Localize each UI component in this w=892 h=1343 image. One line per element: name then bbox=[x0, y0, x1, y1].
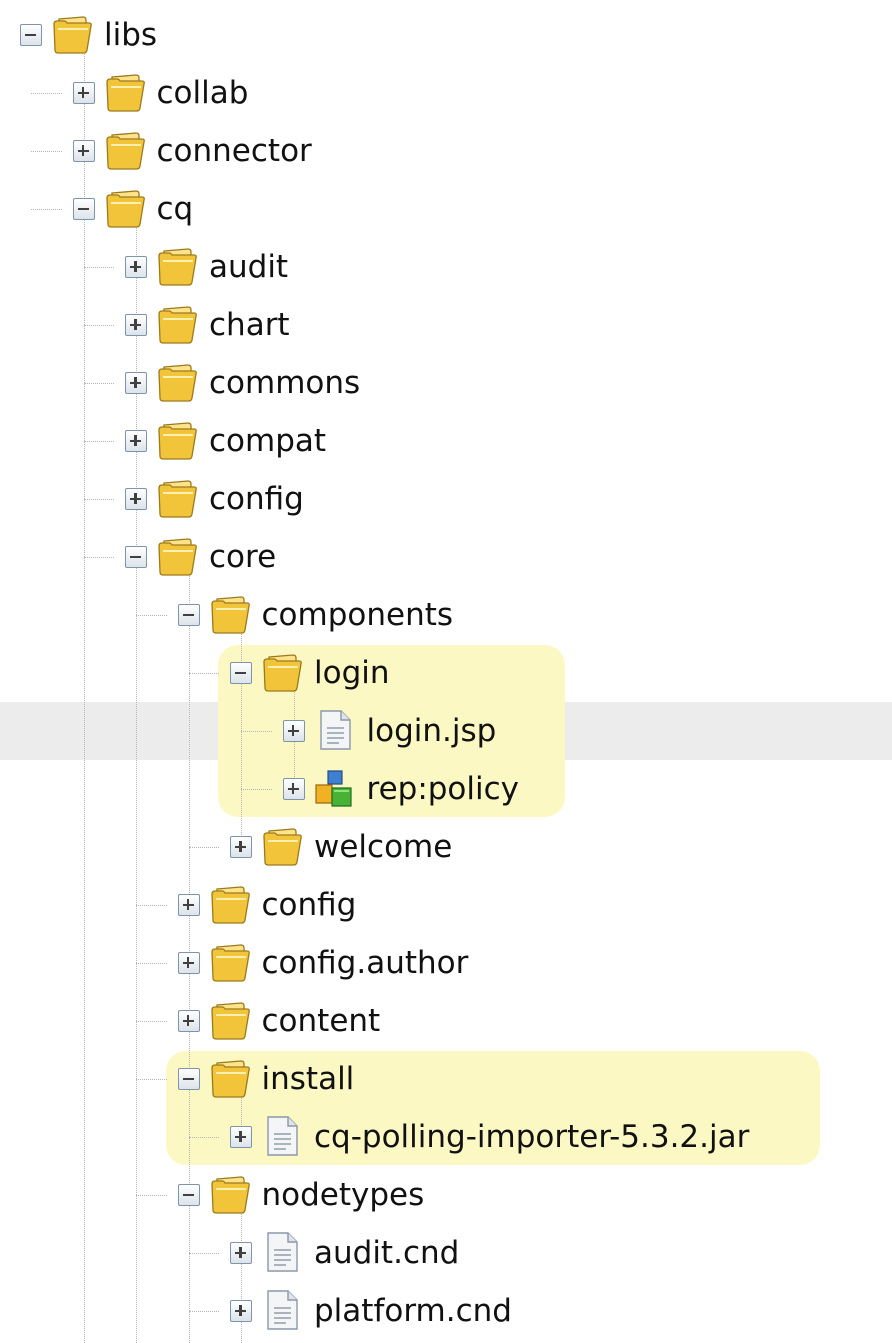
folder-icon bbox=[208, 882, 252, 926]
expand-toggle-icon[interactable] bbox=[125, 430, 147, 452]
tree-node-install[interactable]: install bbox=[0, 1050, 892, 1108]
tree-node-label: components bbox=[261, 597, 454, 633]
tree-node-chart[interactable]: chart bbox=[0, 296, 892, 354]
folder-icon bbox=[208, 1056, 252, 1100]
folder-icon bbox=[103, 186, 147, 230]
expand-toggle-icon[interactable] bbox=[282, 720, 305, 742]
tree-node-config[interactable]: config bbox=[0, 876, 892, 934]
expand-toggle-icon[interactable] bbox=[177, 894, 200, 916]
expand-toggle-icon[interactable] bbox=[230, 1242, 252, 1264]
expand-toggle-icon[interactable] bbox=[282, 778, 305, 800]
tree-node-login[interactable]: login bbox=[0, 644, 892, 702]
tree-node-audit-cnd[interactable]: audit.cnd bbox=[0, 1224, 892, 1282]
tree-node-label: core bbox=[209, 539, 277, 575]
file-icon bbox=[260, 1114, 304, 1158]
tree-node-connector[interactable]: connector bbox=[0, 122, 892, 180]
collapse-toggle-icon[interactable] bbox=[20, 24, 42, 46]
tree-node-libs[interactable]: libs bbox=[0, 6, 892, 64]
tree-node-core[interactable]: core bbox=[0, 528, 892, 586]
expand-toggle-icon[interactable] bbox=[230, 1300, 252, 1322]
tree-node-label: welcome bbox=[314, 829, 453, 865]
tree-node-label: rep:policy bbox=[366, 771, 520, 807]
collapse-toggle-icon[interactable] bbox=[177, 1068, 200, 1090]
collapse-toggle-icon[interactable] bbox=[177, 604, 200, 626]
folder-icon bbox=[208, 1172, 252, 1216]
folder-icon bbox=[208, 998, 252, 1042]
expand-toggle-icon[interactable] bbox=[125, 488, 147, 510]
tree-node-collab[interactable]: collab bbox=[0, 64, 892, 122]
folder-icon bbox=[155, 244, 199, 288]
folder-icon bbox=[155, 360, 199, 404]
tree-node-commons[interactable]: commons bbox=[0, 354, 892, 412]
tree-node-components[interactable]: components bbox=[0, 586, 892, 644]
tree-node-audit[interactable]: audit bbox=[0, 238, 892, 296]
tree-node-label: collab bbox=[156, 75, 249, 111]
tree-node-label: cq-polling-importer-5.3.2.jar bbox=[314, 1119, 750, 1155]
expand-toggle-icon[interactable] bbox=[177, 952, 200, 974]
tree-node-label: platform.cnd bbox=[314, 1293, 512, 1329]
tree-node-label: cq bbox=[156, 191, 194, 227]
expand-toggle-icon[interactable] bbox=[177, 1010, 200, 1032]
file-icon bbox=[260, 1230, 304, 1274]
folder-icon bbox=[155, 534, 199, 578]
tree-node-label: audit.cnd bbox=[314, 1235, 460, 1271]
folder-icon bbox=[155, 476, 199, 520]
folder-icon bbox=[103, 70, 147, 114]
tree-node-content[interactable]: content bbox=[0, 992, 892, 1050]
folder-icon bbox=[260, 824, 304, 868]
tree-node-cq[interactable]: cq bbox=[0, 180, 892, 238]
expand-toggle-icon[interactable] bbox=[125, 256, 147, 278]
tree-node-label: chart bbox=[209, 307, 290, 343]
tree-node-config[interactable]: config bbox=[0, 470, 892, 528]
folder-icon bbox=[103, 128, 147, 172]
folder-icon bbox=[50, 12, 94, 56]
expand-toggle-icon[interactable] bbox=[125, 372, 147, 394]
tree-node-rep-policy[interactable]: rep:policy bbox=[0, 760, 892, 818]
collapse-toggle-icon[interactable] bbox=[125, 546, 147, 568]
tree-node-label: connector bbox=[156, 133, 312, 169]
tree-node-label: compat bbox=[209, 423, 327, 459]
collapse-toggle-icon[interactable] bbox=[72, 198, 95, 220]
tree-node-label: install bbox=[261, 1061, 355, 1097]
expand-toggle-icon[interactable] bbox=[72, 82, 95, 104]
tree-node-label: commons bbox=[209, 365, 361, 401]
expand-toggle-icon[interactable] bbox=[230, 836, 252, 858]
file-icon bbox=[260, 1288, 304, 1332]
tree-node-label: nodetypes bbox=[261, 1177, 425, 1213]
folder-icon bbox=[155, 418, 199, 462]
tree-node-compat[interactable]: compat bbox=[0, 412, 892, 470]
collapse-toggle-icon[interactable] bbox=[177, 1184, 200, 1206]
tree-node-login-jsp[interactable]: login.jsp bbox=[0, 702, 892, 760]
tree-node-label: content bbox=[261, 1003, 381, 1039]
tree-node-nodetypes[interactable]: nodetypes bbox=[0, 1166, 892, 1224]
tree-node-label: login.jsp bbox=[366, 713, 497, 749]
tree-node-cq-polling-importer-5-3-2-jar[interactable]: cq-polling-importer-5.3.2.jar bbox=[0, 1108, 892, 1166]
tree-node-label: audit bbox=[209, 249, 289, 285]
expand-toggle-icon[interactable] bbox=[125, 314, 147, 336]
folder-icon bbox=[208, 592, 252, 636]
expand-toggle-icon[interactable] bbox=[230, 1126, 252, 1148]
folder-icon bbox=[155, 302, 199, 346]
tree-node-label: libs bbox=[104, 17, 158, 53]
folder-icon bbox=[208, 940, 252, 984]
file-icon bbox=[313, 708, 357, 752]
policy-icon bbox=[313, 766, 357, 810]
folder-icon bbox=[260, 650, 304, 694]
collapse-toggle-icon[interactable] bbox=[230, 662, 252, 684]
tree-node-label: login bbox=[314, 655, 390, 691]
tree-node-label: config.author bbox=[261, 945, 469, 981]
tree-node-label: config bbox=[261, 887, 357, 923]
tree-rows: libs collab connector cq audit chart com… bbox=[0, 0, 892, 1343]
tree-node-welcome[interactable]: welcome bbox=[0, 818, 892, 876]
tree-node-config-author[interactable]: config.author bbox=[0, 934, 892, 992]
tree-node-platform-cnd[interactable]: platform.cnd bbox=[0, 1282, 892, 1340]
expand-toggle-icon[interactable] bbox=[72, 140, 95, 162]
tree-node-label: config bbox=[209, 481, 304, 517]
repository-tree: libs collab connector cq audit chart com… bbox=[0, 0, 892, 1343]
